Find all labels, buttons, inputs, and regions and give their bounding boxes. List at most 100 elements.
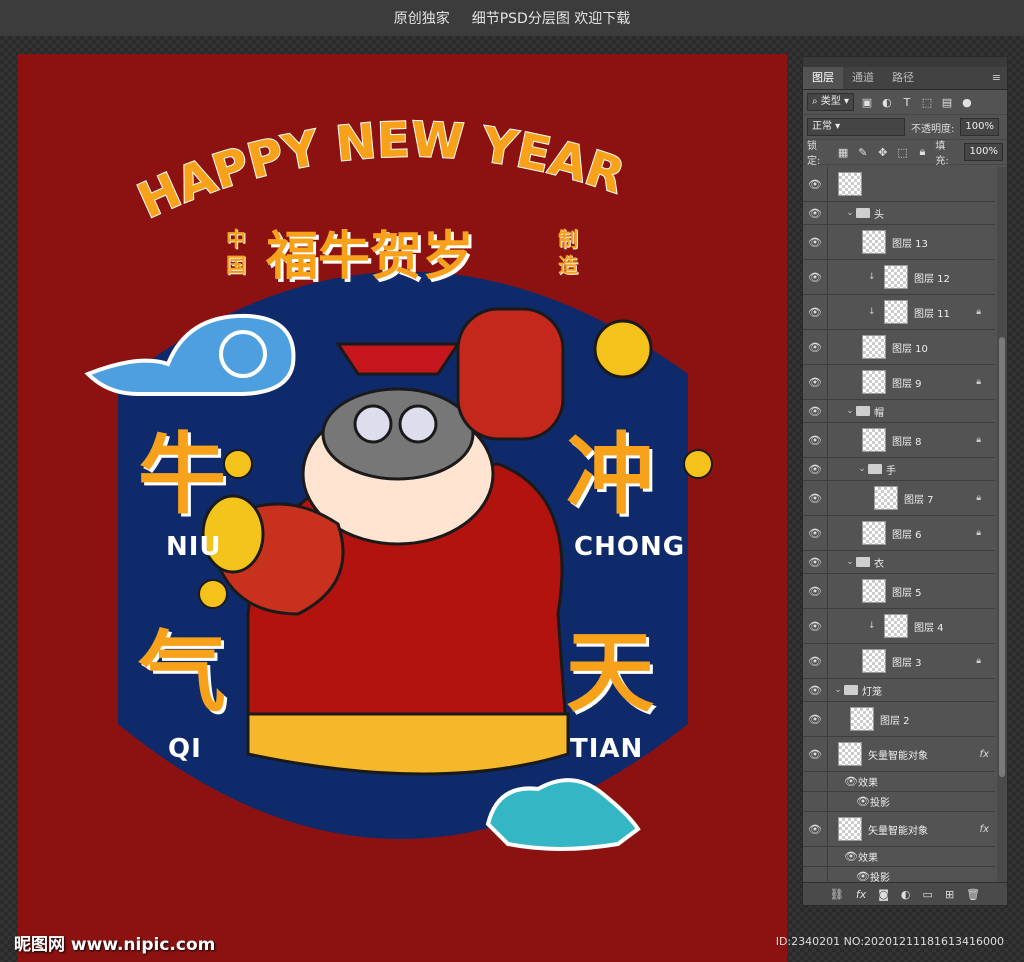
layer-row[interactable]: 👁︎ 图层 8 🔒︎ xyxy=(803,423,995,458)
lock-transparent-icon[interactable]: ▦ xyxy=(836,146,850,159)
layer-row[interactable]: 👁︎ 图层 6 🔒︎ xyxy=(803,516,995,551)
layer-name[interactable]: 图层 10 xyxy=(892,340,995,355)
tab-layers[interactable]: 图层 xyxy=(803,67,843,89)
layer-name[interactable]: 投影 xyxy=(870,869,995,883)
layer-name[interactable]: 图层 7 xyxy=(904,491,976,506)
artwork-canvas[interactable]: HAPPY NEW YEAR 中 国 福牛贺岁 制 造 牛 冲 气 天 NIU … xyxy=(18,54,787,962)
visibility-eye-icon[interactable]: 👁︎ xyxy=(803,458,828,480)
layer-thumbnail[interactable] xyxy=(884,265,908,289)
layer-row[interactable]: 👁︎ 图层 10 xyxy=(803,330,995,365)
layer-name[interactable]: 灯笼 xyxy=(862,683,995,698)
pixel-filter-icon[interactable]: ▣ xyxy=(860,96,874,109)
layer-name[interactable]: 效果 xyxy=(858,849,995,864)
layer-row[interactable]: 👁︎ 图层 2 xyxy=(803,702,995,737)
visibility-eye-icon[interactable]: 👁︎ xyxy=(803,225,828,259)
opacity-input[interactable]: 100% xyxy=(960,118,999,136)
layer-name[interactable]: 投影 xyxy=(870,794,995,809)
layer-thumbnail[interactable] xyxy=(862,230,886,254)
layer-thumbnail[interactable] xyxy=(884,300,908,324)
layer-thumbnail[interactable] xyxy=(850,707,874,731)
type-filter-icon[interactable]: T xyxy=(900,96,914,109)
layer-name[interactable]: 矢量智能对象 xyxy=(868,822,980,837)
tab-channels[interactable]: 通道 xyxy=(843,67,883,89)
layer-group[interactable]: 👁︎ ⌄ 手 xyxy=(803,458,995,481)
effect-eye-icon[interactable]: 👁︎ xyxy=(856,795,870,808)
layer-name[interactable]: 图层 4 xyxy=(914,619,995,634)
layer-row[interactable]: 👁︎ 图层 3 🔒︎ xyxy=(803,644,995,679)
fx-badge-icon[interactable]: fx xyxy=(980,749,989,760)
visibility-eye-icon[interactable]: 👁︎ xyxy=(803,574,828,608)
visibility-eye-icon[interactable]: 👁︎ xyxy=(803,609,828,643)
layers-scrollbar[interactable] xyxy=(997,167,1007,883)
layer-effect-row[interactable]: 👁︎ 投影 xyxy=(803,792,995,812)
layer-name[interactable]: 图层 2 xyxy=(880,712,995,727)
layer-name[interactable]: 图层 13 xyxy=(892,235,995,250)
layer-name[interactable]: 图层 8 xyxy=(892,433,976,448)
layer-name[interactable]: 图层 11 xyxy=(914,305,976,320)
visibility-eye-icon[interactable]: 👁︎ xyxy=(803,644,828,678)
visibility-eye-icon[interactable]: 👁︎ xyxy=(803,202,828,224)
layer-name[interactable]: 头 xyxy=(874,206,995,221)
layer-name[interactable]: 衣 xyxy=(874,555,995,570)
visibility-eye-icon[interactable]: 👁︎ xyxy=(803,702,828,736)
folder-icon[interactable]: ▭ xyxy=(923,888,933,901)
layer-thumbnail[interactable] xyxy=(874,486,898,510)
layer-name[interactable]: 矢量智能对象 xyxy=(868,747,980,762)
fill-input[interactable]: 100% xyxy=(964,143,1004,161)
visibility-eye-icon[interactable]: 👁︎ xyxy=(803,737,828,771)
effect-eye-icon[interactable]: 👁︎ xyxy=(844,850,858,863)
layer-row[interactable]: 👁︎ 矢量智能对象 fx xyxy=(803,812,995,847)
smart-object-filter-icon[interactable]: ▤ xyxy=(940,96,954,109)
chevron-down-icon[interactable]: ⌄ xyxy=(832,685,844,695)
filter-toggle-icon[interactable]: ● xyxy=(960,96,974,109)
layer-effect-row[interactable]: 👁︎ 投影 xyxy=(803,867,995,883)
adjustment-icon[interactable]: ◐ xyxy=(901,888,911,901)
visibility-eye-icon[interactable] xyxy=(803,772,828,791)
visibility-eye-icon[interactable] xyxy=(803,847,828,866)
layer-name[interactable]: 图层 5 xyxy=(892,584,995,599)
mask-icon[interactable]: ◙ xyxy=(878,888,889,901)
layer-effect-row[interactable]: 👁︎ 效果 xyxy=(803,847,995,867)
visibility-eye-icon[interactable]: 👁︎ xyxy=(803,551,828,573)
visibility-eye-icon[interactable]: 👁︎ xyxy=(803,295,828,329)
panel-grip[interactable] xyxy=(803,57,1007,67)
layer-row[interactable]: 👁︎ ↓ 图层 11 🔒︎ xyxy=(803,295,995,330)
visibility-eye-icon[interactable]: 👁︎ xyxy=(803,260,828,294)
chevron-down-icon[interactable]: ⌄ xyxy=(844,406,856,416)
layer-group[interactable]: 👁︎ ⌄ 灯笼 xyxy=(803,679,995,702)
layer-row[interactable]: 👁︎ ↓ 图层 4 xyxy=(803,609,995,644)
layer-row[interactable]: 👁︎ 图层 5 xyxy=(803,574,995,609)
link-icon[interactable]: ⛓ xyxy=(830,888,844,901)
chevron-down-icon[interactable]: ⌄ xyxy=(856,464,868,474)
lock-position-icon[interactable]: ✥ xyxy=(876,146,890,159)
chevron-down-icon[interactable]: ⌄ xyxy=(844,557,856,567)
fx-icon[interactable]: fx xyxy=(856,888,866,901)
lock-pixels-icon[interactable]: ✎ xyxy=(856,146,870,159)
visibility-eye-icon[interactable]: 👁︎ xyxy=(803,400,828,422)
layer-row[interactable]: 👁︎ 矢量智能对象 fx xyxy=(803,737,995,772)
layer-name[interactable]: 帽 xyxy=(874,404,995,419)
layer-thumbnail[interactable] xyxy=(862,579,886,603)
layer-row[interactable]: 👁︎ xyxy=(803,167,995,202)
blend-mode-select[interactable]: 正常 ▾ xyxy=(807,118,905,136)
layer-name[interactable]: 图层 9 xyxy=(892,375,976,390)
layer-thumbnail[interactable] xyxy=(862,649,886,673)
layer-name[interactable]: 图层 3 xyxy=(892,654,976,669)
layer-effect-row[interactable]: 👁︎ 效果 xyxy=(803,772,995,792)
visibility-eye-icon[interactable] xyxy=(803,867,828,883)
visibility-eye-icon[interactable]: 👁︎ xyxy=(803,423,828,457)
layer-row[interactable]: 👁︎ ↓ 图层 12 xyxy=(803,260,995,295)
layer-name[interactable]: 效果 xyxy=(858,774,995,789)
visibility-eye-icon[interactable]: 👁︎ xyxy=(803,812,828,846)
layer-row[interactable]: 👁︎ 图层 7 🔒︎ xyxy=(803,481,995,516)
visibility-eye-icon[interactable]: 👁︎ xyxy=(803,330,828,364)
visibility-eye-icon[interactable]: 👁︎ xyxy=(803,481,828,515)
visibility-eye-icon[interactable]: 👁︎ xyxy=(803,167,828,201)
layer-thumbnail[interactable] xyxy=(862,370,886,394)
layer-thumbnail[interactable] xyxy=(862,335,886,359)
layer-name[interactable]: 图层 6 xyxy=(892,526,976,541)
new-layer-icon[interactable]: ⊞ xyxy=(945,888,954,901)
visibility-eye-icon[interactable] xyxy=(803,792,828,811)
layer-group[interactable]: 👁︎ ⌄ 帽 xyxy=(803,400,995,423)
chevron-down-icon[interactable]: ⌄ xyxy=(844,208,856,218)
